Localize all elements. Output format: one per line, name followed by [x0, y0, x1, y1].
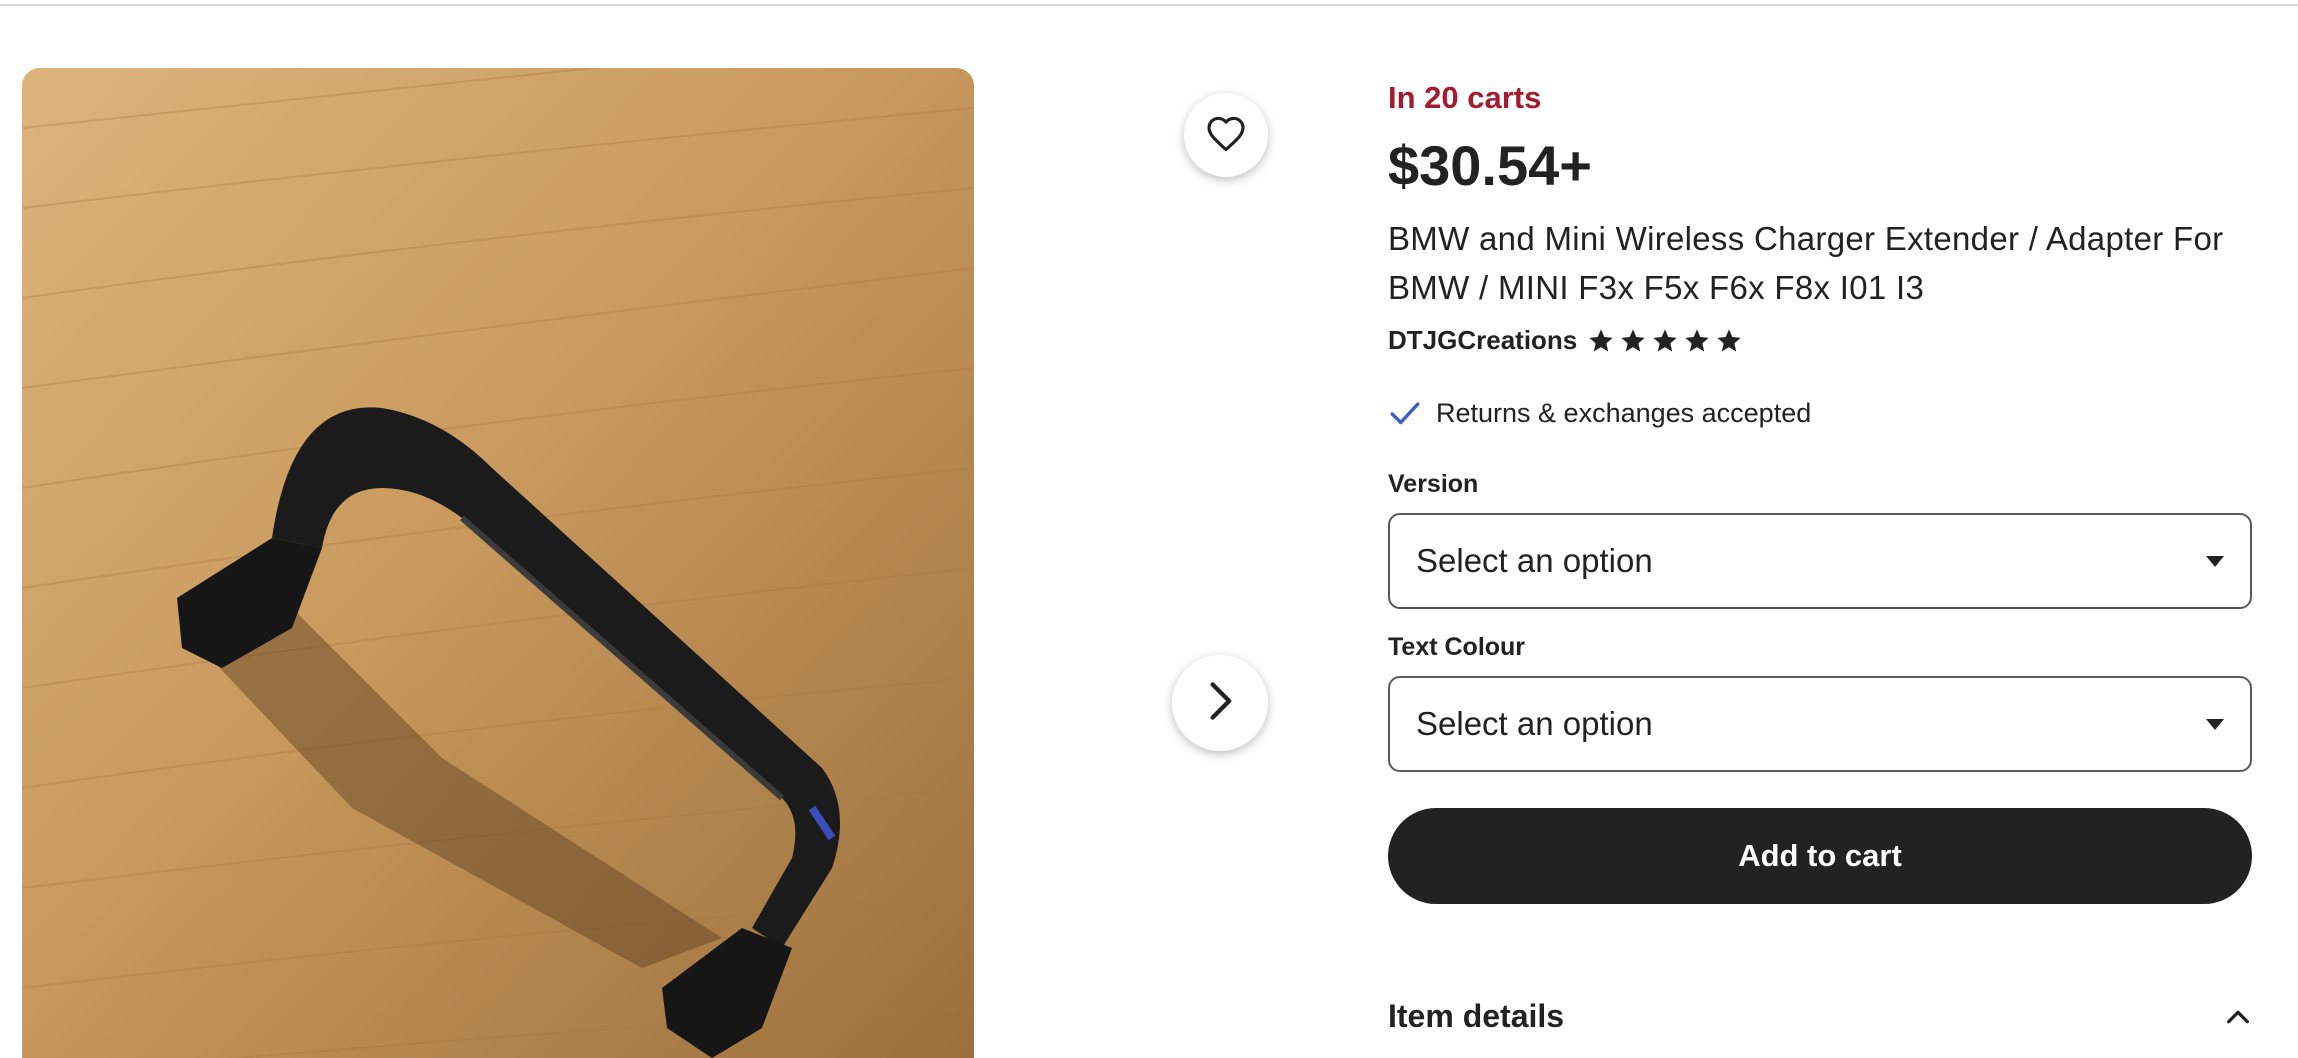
caret-down-icon — [2206, 555, 2224, 567]
version-label: Version — [1388, 470, 1479, 498]
product-photo-graphic — [22, 68, 974, 1058]
product-title: BMW and Mini Wireless Charger Extender /… — [1388, 220, 2224, 306]
star-icon — [1717, 328, 1741, 351]
star-icon — [1589, 328, 1613, 351]
text-colour-select[interactable]: Select an option — [1388, 676, 2252, 772]
heart-icon — [1205, 113, 1247, 158]
returns-text: Returns & exchanges accepted — [1436, 398, 1812, 428]
top-divider — [0, 0, 2298, 6]
chevron-right-icon — [1203, 679, 1237, 728]
carts-count: In 20 carts — [1388, 80, 1542, 115]
text-colour-select-value: Select an option — [1416, 705, 1653, 742]
check-icon — [1388, 399, 1422, 429]
shop-row: DTJGCreations — [1388, 325, 1743, 356]
price: $30.54+ — [1388, 134, 1592, 197]
star-icon — [1653, 328, 1677, 351]
returns-policy: Returns & exchanges accepted — [1388, 398, 1811, 429]
star-icon — [1685, 328, 1709, 351]
favorite-button[interactable] — [1184, 93, 1268, 177]
caret-down-icon — [2206, 718, 2224, 730]
product-image[interactable] — [22, 68, 974, 1058]
version-select[interactable]: Select an option — [1388, 513, 2252, 609]
text-colour-label: Text Colour — [1388, 633, 1526, 661]
star-rating — [1587, 327, 1743, 355]
version-select-value: Select an option — [1416, 542, 1653, 579]
star-icon — [1621, 328, 1645, 351]
next-image-button[interactable] — [1172, 655, 1268, 751]
item-details-toggle[interactable]: Item details — [1388, 998, 2252, 1035]
shop-name-link[interactable]: DTJGCreations — [1388, 325, 1577, 356]
chevron-up-icon — [2224, 998, 2252, 1035]
item-details-heading: Item details — [1388, 998, 1565, 1034]
add-to-cart-button[interactable]: Add to cart — [1388, 808, 2252, 904]
